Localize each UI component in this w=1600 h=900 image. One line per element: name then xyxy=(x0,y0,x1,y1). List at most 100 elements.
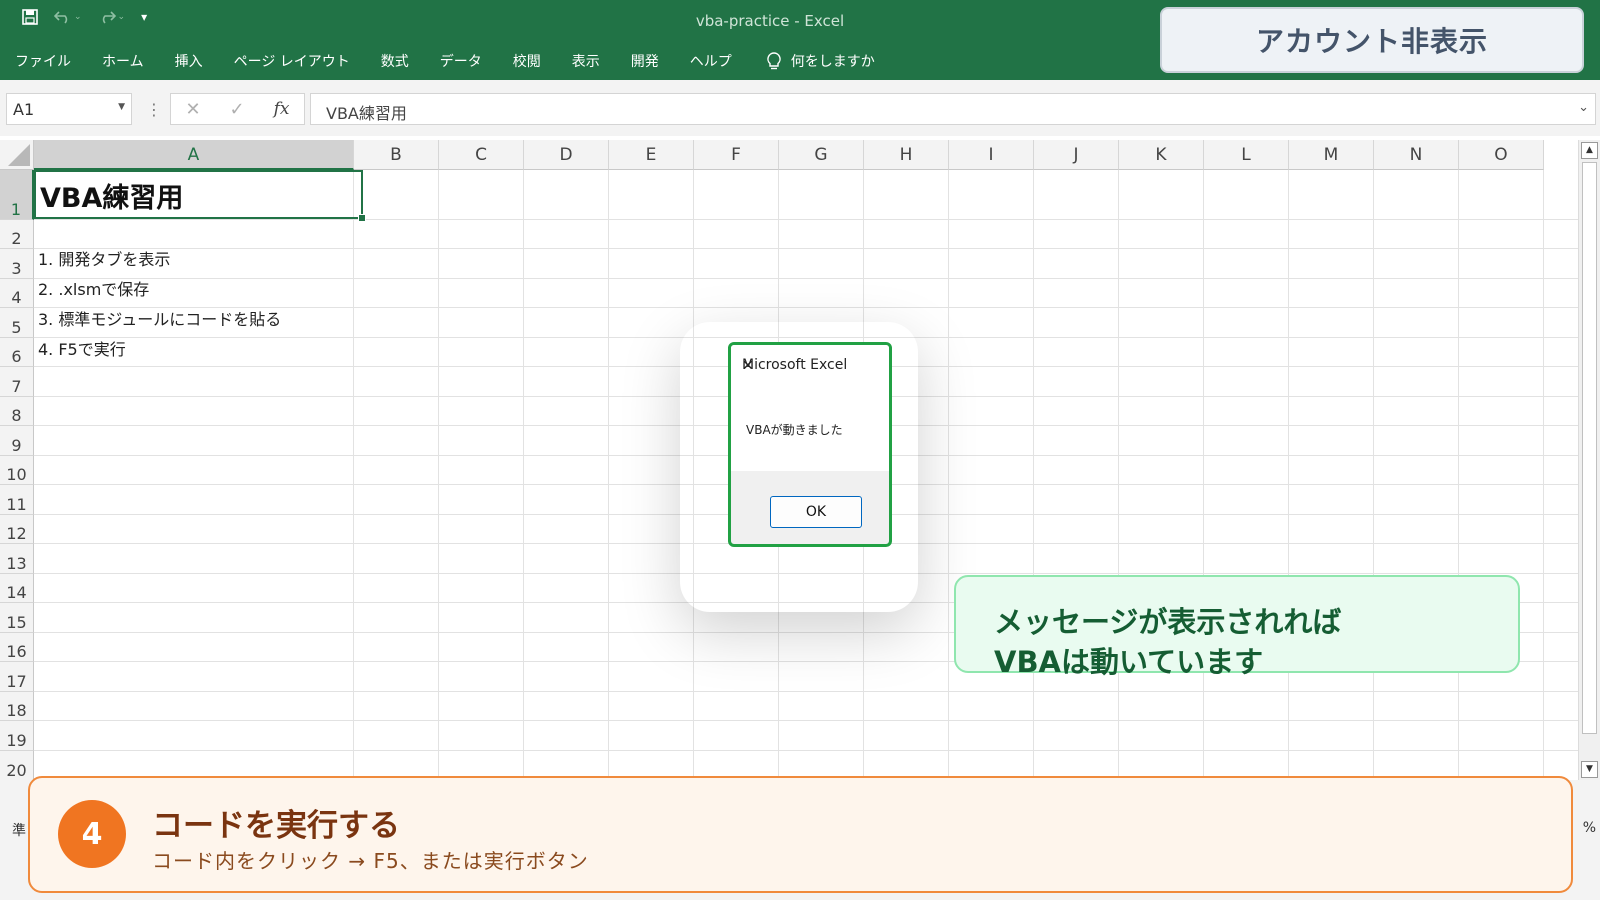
vertical-scrollbar[interactable]: ▲ ▼ xyxy=(1578,140,1600,780)
column-header-j[interactable]: J xyxy=(1034,140,1119,170)
row-header-1[interactable]: 1 xyxy=(0,170,34,220)
row-header-16[interactable]: 16 xyxy=(0,633,34,662)
row-header-14[interactable]: 14 xyxy=(0,574,34,603)
column-header-m[interactable]: M xyxy=(1289,140,1374,170)
cell-a4[interactable]: 2. .xlsmで保存 xyxy=(38,276,149,300)
row-header-18[interactable]: 18 xyxy=(0,692,34,721)
tab-file[interactable]: ファイル xyxy=(15,51,71,71)
row-header-15[interactable]: 15 xyxy=(0,603,34,633)
grid-column-line xyxy=(1458,170,1459,780)
grid-column-line xyxy=(523,170,524,780)
row-header-12[interactable]: 12 xyxy=(0,515,34,544)
column-header-l[interactable]: L xyxy=(1204,140,1289,170)
name-box[interactable]: A1 ▼ xyxy=(6,93,132,125)
row-header-8[interactable]: 8 xyxy=(0,397,34,426)
status-mode-text: 準 xyxy=(12,823,26,839)
row-header-6[interactable]: 6 xyxy=(0,338,34,367)
ribbon-tabs: ファイル ホーム 挿入 ページ レイアウト 数式 データ 校閲 表示 開発 ヘル… xyxy=(15,51,906,71)
insert-function-button[interactable]: fx xyxy=(274,99,290,119)
callout-line-1: メッセージが表示されれば xyxy=(994,605,1342,639)
tab-insert[interactable]: 挿入 xyxy=(175,51,203,71)
message-box-body: VBAが動きました xyxy=(731,385,889,471)
expand-formula-bar-icon[interactable]: ⌄ xyxy=(1578,100,1589,115)
grid-column-line xyxy=(1033,170,1034,780)
grid-column-line xyxy=(1118,170,1119,780)
column-header-o[interactable]: O xyxy=(1459,140,1544,170)
tab-formulas[interactable]: 数式 xyxy=(381,51,409,71)
formula-buttons: ✕ ✓ fx xyxy=(170,93,305,125)
column-header-f[interactable]: F xyxy=(694,140,779,170)
row-header-7[interactable]: 7 xyxy=(0,367,34,397)
column-header-b[interactable]: B xyxy=(354,140,439,170)
grid-row-line xyxy=(34,691,1578,692)
column-header-d[interactable]: D xyxy=(524,140,609,170)
confirm-entry-button[interactable]: ✓ xyxy=(230,99,245,120)
scroll-down-button[interactable]: ▼ xyxy=(1581,761,1598,778)
tab-page-layout[interactable]: ページ レイアウト xyxy=(234,51,350,71)
step-banner: 4 コードを実行する コード内をクリック → F5、または実行ボタン xyxy=(28,776,1573,893)
grid-column-line xyxy=(608,170,609,780)
column-header-h[interactable]: H xyxy=(864,140,949,170)
row-header-9[interactable]: 9 xyxy=(0,426,34,456)
grid-row-line xyxy=(34,219,1578,220)
message-box-dialog: Microsoft Excel ✕ VBAが動きました OK xyxy=(728,342,892,547)
cell-a3[interactable]: 1. 開発タブを表示 xyxy=(38,246,170,270)
step-subtext: コード内をクリック → F5、または実行ボタン xyxy=(152,849,589,873)
grid-row-line xyxy=(34,750,1578,751)
formula-text: VBA練習用 xyxy=(326,104,407,123)
formula-input[interactable]: VBA練習用 ⌄ xyxy=(310,93,1596,125)
column-header-g[interactable]: G xyxy=(779,140,864,170)
tab-home[interactable]: ホーム xyxy=(102,51,144,71)
row-header-3[interactable]: 3 xyxy=(0,249,34,279)
row-header-5[interactable]: 5 xyxy=(0,308,34,338)
row-header-20[interactable]: 20 xyxy=(0,751,34,781)
grid-column-line xyxy=(1373,170,1374,780)
tab-data[interactable]: データ xyxy=(440,51,482,71)
select-all-button[interactable] xyxy=(0,140,34,170)
message-box-text: VBAが動きました xyxy=(746,423,843,437)
cell-a5[interactable]: 3. 標準モジュールにコードを貼る xyxy=(38,306,281,330)
callout-line-2: VBAは動いています xyxy=(994,645,1264,679)
row-header-17[interactable]: 17 xyxy=(0,662,34,692)
tell-me-search[interactable]: 何をしますか xyxy=(767,51,875,71)
row-header-10[interactable]: 10 xyxy=(0,456,34,485)
tab-review[interactable]: 校閲 xyxy=(513,51,541,71)
tab-developer[interactable]: 開発 xyxy=(631,51,659,71)
column-header-c[interactable]: C xyxy=(439,140,524,170)
formula-bar-grip-icon[interactable]: ⋮ xyxy=(146,100,162,119)
column-header-a[interactable]: A xyxy=(34,140,354,170)
active-cell-selection xyxy=(34,170,366,222)
row-header-11[interactable]: 11 xyxy=(0,485,34,515)
ok-button[interactable]: OK xyxy=(770,496,862,528)
tell-me-label: 何をしますか xyxy=(790,54,875,70)
result-callout: メッセージが表示されれば VBAは動いています xyxy=(954,575,1520,679)
grid-column-line xyxy=(948,170,949,780)
column-header-i[interactable]: I xyxy=(949,140,1034,170)
lightbulb-icon xyxy=(767,51,781,69)
scroll-up-button[interactable]: ▲ xyxy=(1581,142,1598,159)
grid-column-line xyxy=(353,170,354,780)
grid-row-line xyxy=(34,720,1578,721)
step-number-badge: 4 xyxy=(58,800,126,868)
name-box-value: A1 xyxy=(13,100,35,119)
row-header-19[interactable]: 19 xyxy=(0,721,34,751)
step-heading: コードを実行する xyxy=(152,808,400,844)
row-header-4[interactable]: 4 xyxy=(0,279,34,308)
grid-row-line xyxy=(34,248,1578,249)
grid-row-line xyxy=(34,278,1578,279)
grid-column-line xyxy=(438,170,439,780)
column-header-e[interactable]: E xyxy=(609,140,694,170)
cancel-entry-button[interactable]: ✕ xyxy=(185,99,200,120)
name-box-dropdown-icon[interactable]: ▼ xyxy=(118,102,125,112)
grid-column-line xyxy=(1288,170,1289,780)
message-box-titlebar: Microsoft Excel ✕ xyxy=(731,345,889,385)
row-header-13[interactable]: 13 xyxy=(0,544,34,574)
column-header-k[interactable]: K xyxy=(1119,140,1204,170)
tab-help[interactable]: ヘルプ xyxy=(690,51,732,71)
cell-a6[interactable]: 4. F5で実行 xyxy=(38,336,126,360)
tab-view[interactable]: 表示 xyxy=(572,51,600,71)
close-icon[interactable]: ✕ xyxy=(742,357,879,375)
row-header-2[interactable]: 2 xyxy=(0,220,34,249)
column-header-n[interactable]: N xyxy=(1374,140,1459,170)
scrollbar-thumb[interactable] xyxy=(1582,162,1597,734)
